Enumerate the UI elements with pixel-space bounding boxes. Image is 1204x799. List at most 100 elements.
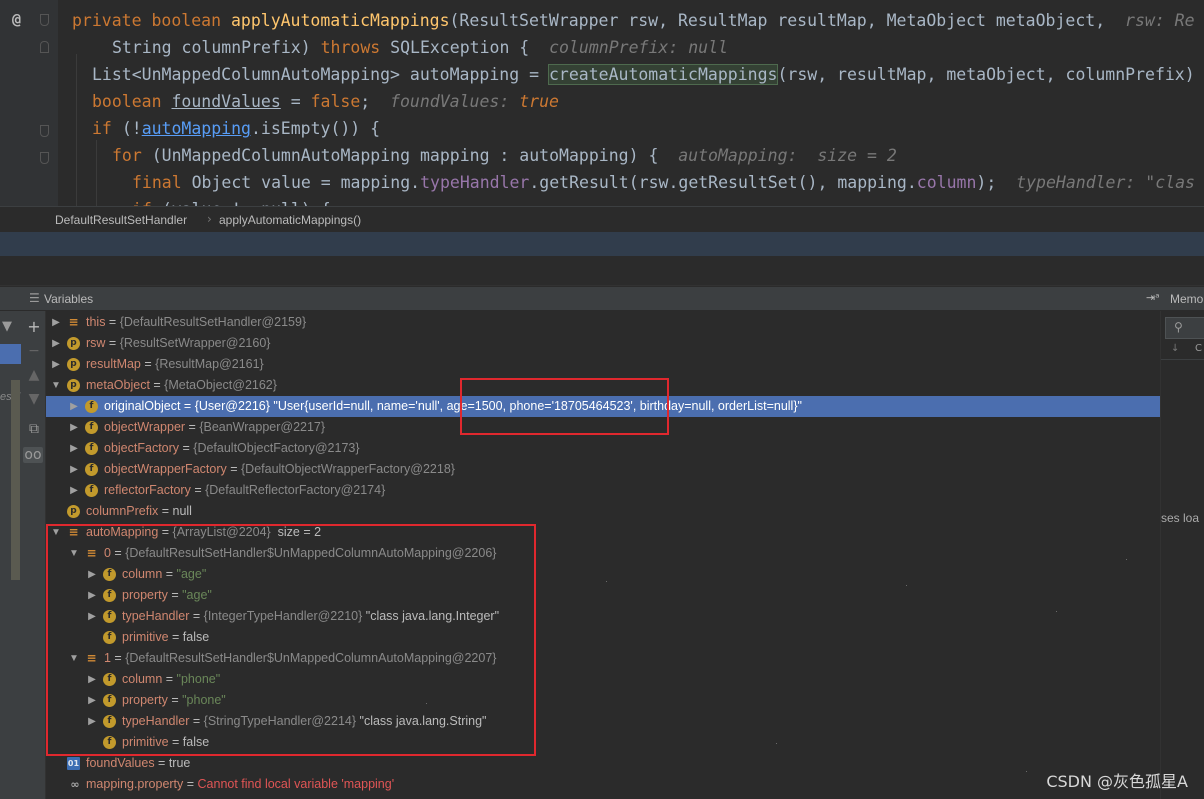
selected-frame[interactable]: [0, 344, 21, 364]
code-token: =: [280, 92, 311, 111]
variable-name: metaObject: [86, 378, 150, 392]
expand-arrow-icon[interactable]: ▶: [68, 417, 80, 438]
equals-sign: =: [149, 378, 165, 392]
code-line[interactable]: if (!autoMapping.isEmpty()) {: [92, 115, 380, 142]
expand-arrow-icon[interactable]: ▶: [68, 396, 80, 417]
variable-row[interactable]: ▶ p resultMap = {ResultMap@2161}: [46, 354, 1160, 375]
variable-label: objectFactory = {DefaultObjectFactory@21…: [104, 438, 360, 459]
expand-arrow-icon[interactable]: ▶: [50, 312, 62, 333]
code-token: .getResult(rsw.getResultSet(), mapping.: [529, 173, 917, 192]
breadcrumb-method[interactable]: applyAutomaticMappings(): [219, 213, 361, 227]
expand-arrow-icon[interactable]: ▶: [50, 354, 62, 375]
expand-arrow-icon[interactable]: ▶: [50, 333, 62, 354]
inline-value-hint: columnPrefix: null: [549, 38, 728, 57]
variable-name: mapping.property: [86, 777, 184, 791]
variable-label: foundValues = true: [86, 753, 190, 774]
expand-arrow-icon[interactable]: ▶: [68, 438, 80, 459]
code-token: SQLException {: [390, 38, 550, 57]
code-editor[interactable]: @ private boolean applyAutomaticMappings…: [0, 0, 1204, 206]
variable-value: null: [172, 504, 192, 518]
scrollbar[interactable]: [11, 380, 20, 580]
parameter-icon: p: [67, 505, 80, 518]
variables-toolbar: + − ▲ ▼ ⧉ oo: [21, 311, 46, 799]
field-icon: f: [85, 484, 98, 497]
memory-search-input[interactable]: ⚲: [1165, 317, 1204, 339]
code-token: (!: [121, 119, 142, 138]
code-token: Object value = mapping.: [191, 173, 421, 192]
inline-value-hint: true: [519, 92, 559, 111]
memory-message: ses loa: [1161, 511, 1200, 525]
variables-title: Variables: [44, 292, 94, 306]
variable-label: originalObject = {User@2216} "User{userI…: [104, 396, 802, 417]
code-line[interactable]: String columnPrefix) throws SQLException…: [112, 34, 728, 61]
inline-value-hint: typeHandler: "clas: [1016, 173, 1195, 192]
variable-row[interactable]: ▶ ≡ this = {DefaultResultSetHandler@2159}: [46, 312, 1160, 333]
equals-sign: =: [185, 420, 200, 434]
code-line[interactable]: List<UnMappedColumnAutoMapping> autoMapp…: [92, 61, 1195, 88]
code-token: );: [976, 173, 1017, 192]
variable-row[interactable]: ∞ mapping.property = Cannot find local va…: [46, 774, 1160, 795]
variable-label: objectWrapper = {BeanWrapper@2217}: [104, 417, 325, 438]
field-icon: f: [85, 463, 98, 476]
code-token: throws: [320, 38, 391, 57]
variable-row[interactable]: p columnPrefix = null: [46, 501, 1160, 522]
menu-icon: ☰: [29, 291, 40, 305]
variable-label: rsw = {ResultSetWrapper@2160}: [86, 333, 270, 354]
variable-label: objectWrapperFactory = {DefaultObjectWra…: [104, 459, 455, 480]
move-up-icon[interactable]: ▲: [26, 367, 42, 383]
indent-guide: [96, 140, 97, 206]
variable-name: resultMap: [86, 357, 141, 371]
copy-icon[interactable]: ⧉: [26, 421, 42, 437]
code-token: typeHandler: [420, 173, 530, 192]
code-token: (ResultSetWrapper rsw, ResultMap resultM…: [449, 11, 1126, 30]
annotation-box-age-phone: [460, 378, 669, 435]
code-line[interactable]: boolean foundValues = false; foundValues…: [92, 88, 559, 115]
variable-name: reflectorFactory: [104, 483, 191, 497]
fold-marker-icon[interactable]: [40, 152, 49, 164]
override-annotation-icon[interactable]: @: [12, 10, 21, 28]
search-icon: ⚲: [1174, 320, 1183, 334]
fold-marker-icon[interactable]: [40, 14, 49, 26]
panel-divider[interactable]: [0, 256, 1204, 286]
variable-name: rsw: [86, 336, 106, 350]
expand-arrow-icon[interactable]: ▶: [68, 459, 80, 480]
filter-icon[interactable]: ▼: [2, 319, 12, 334]
variable-label: this = {DefaultResultSetHandler@2159}: [86, 312, 306, 333]
variables-panel-header: ☰ Variables ⇥ᵃ Memo: [0, 287, 1204, 311]
equals-sign: =: [154, 756, 169, 770]
code-token: (rsw, resultMap, metaObject, columnPrefi…: [777, 65, 1195, 84]
variable-row[interactable]: ▶ f objectFactory = {DefaultObjectFactory@…: [46, 438, 1160, 459]
variable-type: {MetaObject@2162}: [164, 378, 277, 392]
memory-tab[interactable]: Memo: [1170, 292, 1203, 306]
add-watch-icon[interactable]: +: [26, 319, 42, 335]
inline-value-hint: rsw: Re: [1125, 11, 1195, 30]
watches-glasses-icon[interactable]: oo: [23, 447, 43, 463]
code-line[interactable]: final Object value = mapping.typeHandler…: [132, 169, 1195, 196]
code-token: String columnPrefix): [112, 38, 321, 57]
variable-row[interactable]: ▶ f reflectorFactory = {DefaultReflectorFa…: [46, 480, 1160, 501]
fold-marker-icon[interactable]: [40, 41, 49, 53]
move-down-icon[interactable]: ▼: [26, 391, 42, 407]
breadcrumb-class[interactable]: DefaultResultSetHandler: [55, 213, 187, 227]
column-sort-icon[interactable]: ↓: [1171, 343, 1179, 354]
collapse-arrow-icon[interactable]: ▼: [50, 375, 62, 396]
variable-name: originalObject: [104, 399, 181, 413]
editor-gutter[interactable]: @: [0, 0, 58, 206]
equals-sign: =: [179, 441, 194, 455]
variables-tree[interactable]: ▶ ≡ this = {DefaultResultSetHandler@2159} ▶…: [46, 311, 1167, 799]
column-header[interactable]: C: [1195, 343, 1202, 354]
remove-watch-icon[interactable]: −: [26, 343, 42, 359]
variable-type: {ResultSetWrapper@2160}: [119, 336, 271, 350]
restore-layout-icon[interactable]: ⇥ᵃ: [1146, 291, 1160, 304]
code-line[interactable]: private boolean applyAutomaticMappings(R…: [72, 7, 1195, 34]
variable-row[interactable]: ▶ f objectWrapperFactory = {DefaultObjectW…: [46, 459, 1160, 480]
variable-type: {User@2216}: [194, 399, 270, 413]
code-line[interactable]: for (UnMappedColumnAutoMapping mapping :…: [112, 142, 897, 169]
variable-row[interactable]: 01 foundValues = true: [46, 753, 1160, 774]
variable-value: true: [168, 756, 191, 770]
code-line[interactable]: if (value != null) {: [132, 196, 331, 206]
expand-arrow-icon[interactable]: ▶: [68, 480, 80, 501]
fold-marker-icon[interactable]: [40, 125, 49, 137]
variable-row[interactable]: ▶ p rsw = {ResultSetWrapper@2160}: [46, 333, 1160, 354]
inline-value-hint: foundValues:: [390, 92, 520, 111]
